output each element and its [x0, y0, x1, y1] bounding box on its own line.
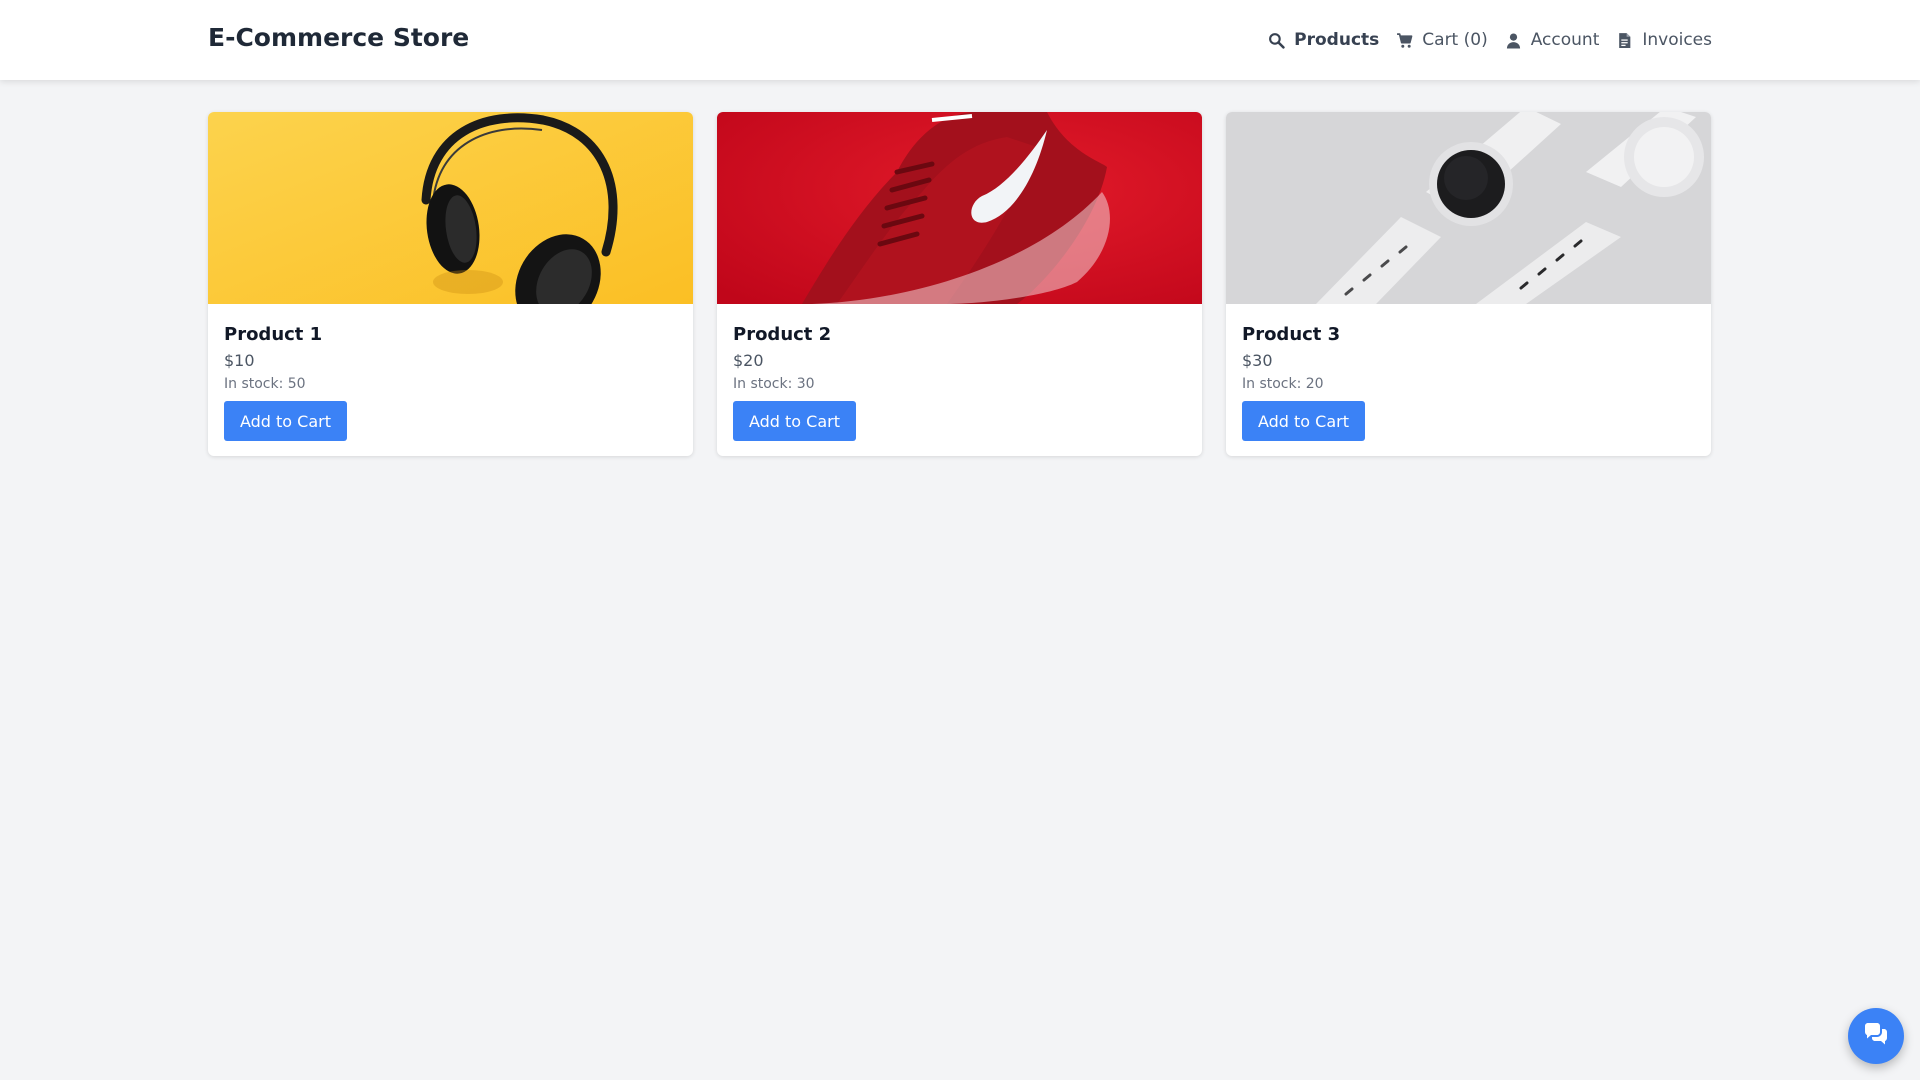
nav-account[interactable]: Account: [1505, 30, 1600, 50]
product-grid: Product 1 $10 In stock: 50 Add to Cart P…: [208, 112, 1712, 456]
cart-icon: [1396, 32, 1413, 49]
nav-account-label: Account: [1530, 30, 1600, 50]
product-price: $30: [1242, 351, 1273, 370]
product-card: Product 1 $10 In stock: 50 Add to Cart: [208, 112, 693, 456]
search-icon: [1268, 32, 1285, 49]
product-stock: In stock: 50: [224, 376, 306, 392]
nav-products-label: Products: [1294, 30, 1380, 50]
nav-invoices-label: Invoices: [1642, 30, 1712, 50]
store-title[interactable]: E-Commerce Store: [208, 23, 469, 52]
watch-image[interactable]: [1226, 112, 1711, 304]
headphones-image[interactable]: [208, 112, 693, 304]
main-nav: Products Cart (0) Account Invoices: [1251, 0, 1712, 80]
nav-products[interactable]: Products: [1268, 30, 1379, 50]
product-name: Product 2: [733, 324, 832, 345]
add-to-cart-button[interactable]: Add to Cart: [1242, 401, 1365, 441]
product-name: Product 1: [224, 324, 323, 345]
product-price: $10: [224, 351, 255, 370]
product-price: $20: [733, 351, 764, 370]
product-stock: In stock: 20: [1242, 376, 1324, 392]
top-navbar: E-Commerce Store Products Cart (0) Accou…: [0, 0, 1920, 80]
product-card-body: Product 1 $10 In stock: 50 Add to Cart: [208, 304, 693, 456]
nav-cart-label: Cart (0): [1422, 30, 1488, 50]
product-card-body: Product 2 $20 In stock: 30 Add to Cart: [717, 304, 1202, 456]
add-to-cart-button[interactable]: Add to Cart: [733, 401, 856, 441]
product-card: Product 2 $20 In stock: 30 Add to Cart: [717, 112, 1202, 456]
chat-button[interactable]: [1848, 1008, 1904, 1064]
add-to-cart-button[interactable]: Add to Cart: [224, 401, 347, 441]
nav-invoices[interactable]: Invoices: [1616, 30, 1712, 50]
product-card-body: Product 3 $30 In stock: 20 Add to Cart: [1226, 304, 1711, 456]
chat-bubbles-icon: [1863, 1022, 1889, 1050]
invoice-icon: [1616, 32, 1633, 49]
product-card: Product 3 $30 In stock: 20 Add to Cart: [1226, 112, 1711, 456]
user-icon: [1505, 32, 1522, 49]
product-name: Product 3: [1242, 324, 1341, 345]
sneaker-image[interactable]: [717, 112, 1202, 304]
nav-cart[interactable]: Cart (0): [1396, 30, 1488, 50]
product-stock: In stock: 30: [733, 376, 815, 392]
